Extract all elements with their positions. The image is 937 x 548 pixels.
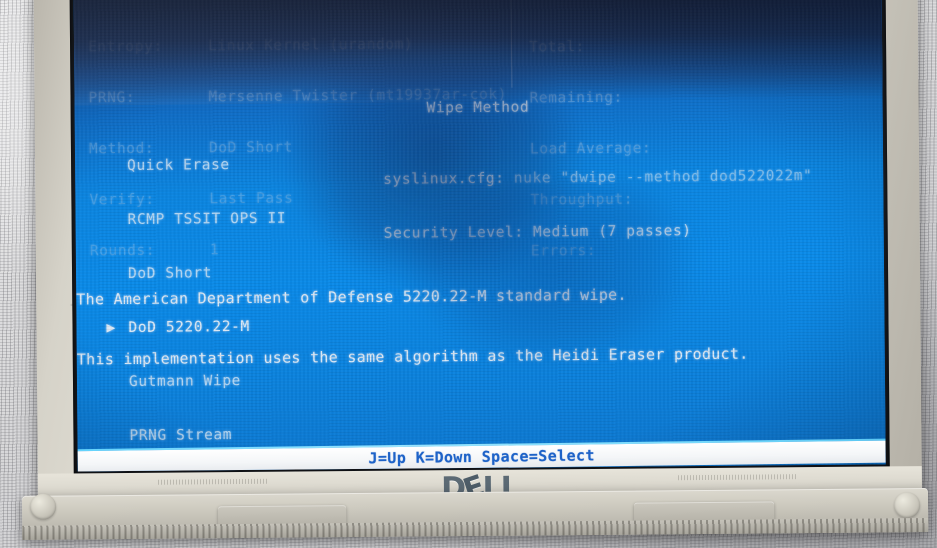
screen-bezel-frame: Entropy: Linux Kernel (urandom) PRNG: Mers… [69, 0, 890, 476]
screenshot-root: Entropy: Linux Kernel (urandom) PRNG: Mers… [0, 0, 937, 548]
options-key: Entropy: [87, 38, 163, 56]
menu-item-label: PRNG Stream [129, 427, 233, 444]
description-line-2: This implementation uses the same algori… [76, 344, 749, 369]
stats-row: Remaining: [529, 89, 623, 107]
bezel-vent [677, 474, 798, 481]
laptop-base [21, 488, 929, 540]
bezel-vent [157, 478, 268, 485]
stats-row: Total: [529, 39, 586, 56]
syslinux-cfg-line: syslinux.cfg: nuke "dwipe --method dod52… [383, 167, 812, 189]
menu-item-label: RCMP TSSIT OPS II [127, 210, 287, 228]
method-description: The American Department of Defense 5220.… [76, 244, 749, 410]
options-value: Linux Kernel (urandom) [207, 36, 414, 55]
menu-item-quick-erase[interactable]: Quick Erase [99, 156, 286, 176]
lcd-panel: Entropy: Linux Kernel (urandom) PRNG: Mers… [73, 0, 886, 472]
syslinux-cfg-label: syslinux.cfg: [383, 170, 514, 188]
rubber-foot [29, 493, 57, 520]
menu-item-prng-stream[interactable]: PRNG Stream [101, 426, 288, 446]
menu-item-rcmp-tssit-ops-ii[interactable]: RCMP TSSIT OPS II [99, 210, 287, 230]
options-row: Entropy: Linux Kernel (urandom) [88, 36, 507, 57]
keyboard-strip [22, 518, 929, 540]
security-level-line: Security Level: Medium (7 passes) [384, 221, 813, 243]
security-level-value: Medium (7 passes) [532, 223, 692, 241]
panel-divider [510, 0, 513, 88]
dell-laptop: Entropy: Linux Kernel (urandom) PRNG: Mers… [12, 0, 932, 548]
options-key: PRNG: [88, 89, 136, 107]
menu-item-label: Quick Erase [127, 157, 230, 175]
syslinux-cfg-value: nuke "dwipe --method dod522022m" [513, 168, 813, 187]
security-level-label: Security Level: [383, 224, 534, 242]
description-line-1: The American Department of Defense 5220.… [76, 285, 627, 309]
dban-terminal: Entropy: Linux Kernel (urandom) PRNG: Mers… [74, 0, 886, 471]
status-bar-hotkeys: J=Up K=Down Space=Select [368, 446, 595, 468]
wipe-method-title: Wipe Method [426, 99, 530, 117]
rubber-foot [893, 492, 921, 519]
